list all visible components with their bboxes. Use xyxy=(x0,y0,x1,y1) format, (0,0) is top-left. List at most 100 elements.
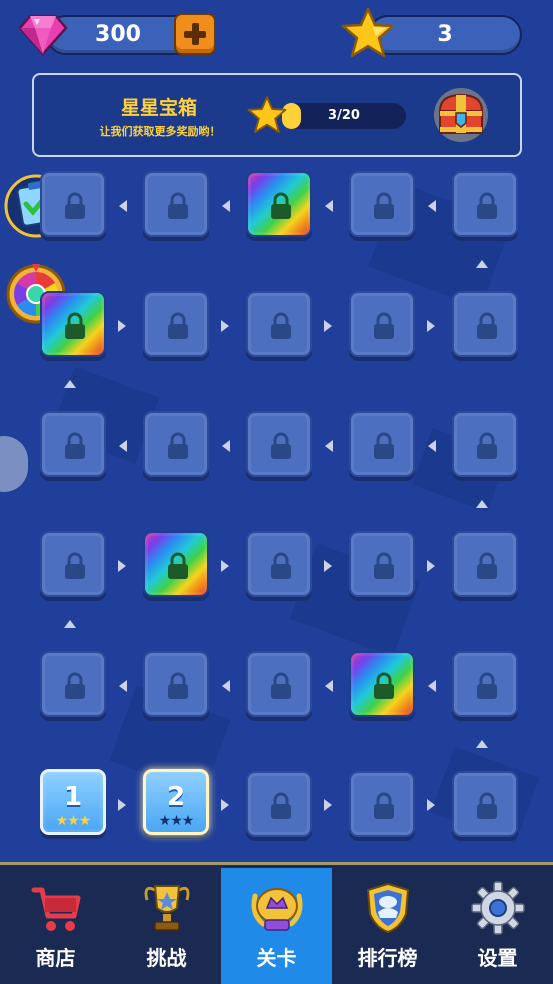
lock-icon xyxy=(168,552,188,579)
path-arrow-up xyxy=(476,500,488,508)
path-arrow-left xyxy=(325,680,333,692)
shopping-cart-icon xyxy=(31,887,81,931)
lock-icon xyxy=(374,552,394,579)
path-arrow-right xyxy=(221,560,229,572)
path-arrow-left xyxy=(119,440,127,452)
level-tile-locked[interactable] xyxy=(349,171,415,237)
level-2-tile[interactable]: 2 ★★★ xyxy=(143,769,209,835)
level-tile-locked[interactable] xyxy=(452,171,518,237)
nav-tab-shop[interactable]: 商店 xyxy=(0,868,111,984)
path-arrow-right xyxy=(221,799,229,811)
lock-icon xyxy=(271,552,291,579)
nav-tab-challenge[interactable]: 挑战 xyxy=(111,868,222,984)
lock-icon xyxy=(271,672,291,699)
lock-icon xyxy=(65,672,85,699)
nav-label: 设置 xyxy=(477,946,518,970)
level-tile-special-locked[interactable] xyxy=(143,531,209,597)
level-tile-locked[interactable] xyxy=(246,411,312,477)
level-tile-locked[interactable] xyxy=(246,771,312,837)
bottom-navigation: 商店 挑战 关卡 排行榜 设置 xyxy=(0,862,553,984)
level-stars: ★★★ xyxy=(55,813,92,829)
star-chest-progress-bar: 3/20 xyxy=(282,103,406,129)
level-tile-locked[interactable] xyxy=(143,171,209,237)
level-tile-locked[interactable] xyxy=(452,531,518,597)
level-tile-locked[interactable] xyxy=(452,771,518,837)
path-arrow-left xyxy=(325,200,333,212)
path-arrow-right xyxy=(118,799,126,811)
nav-label: 挑战 xyxy=(146,946,187,970)
path-arrow-left xyxy=(119,680,127,692)
path-arrow-left xyxy=(222,440,230,452)
path-arrow-right xyxy=(324,560,332,572)
gear-icon xyxy=(471,881,525,935)
nav-label: 商店 xyxy=(35,946,76,970)
level-tile-locked[interactable] xyxy=(40,171,106,237)
lock-icon xyxy=(374,672,394,699)
lock-icon xyxy=(168,432,188,459)
star-chest-progress-text: 3/20 xyxy=(328,108,360,123)
treasure-chest-icon xyxy=(434,88,488,142)
trophy-icon xyxy=(144,885,190,931)
path-arrow-right xyxy=(427,799,435,811)
level-tile-locked[interactable] xyxy=(246,531,312,597)
level-tile-locked[interactable] xyxy=(143,651,209,717)
level-tile-locked[interactable] xyxy=(246,651,312,717)
nav-tab-settings[interactable]: 设置 xyxy=(442,868,553,984)
path-arrow-up xyxy=(476,260,488,268)
lock-icon xyxy=(374,192,394,219)
level-tile-locked[interactable] xyxy=(452,651,518,717)
banner-star-icon xyxy=(247,96,287,133)
star-chest-subtitle: 让我们获取更多奖励哟！ xyxy=(99,125,221,138)
lock-icon xyxy=(65,552,85,579)
lock-icon xyxy=(168,672,188,699)
level-1-tile[interactable]: 1 ★★★ xyxy=(40,769,106,835)
path-arrow-left xyxy=(325,440,333,452)
nav-tab-leaderboard[interactable]: 排行榜 xyxy=(332,868,443,984)
level-tile-locked[interactable] xyxy=(452,411,518,477)
add-gems-button[interactable] xyxy=(174,13,216,55)
gem-icon xyxy=(18,14,68,56)
lock-icon xyxy=(477,312,497,339)
path-arrow-up xyxy=(64,380,76,388)
level-tile-locked[interactable] xyxy=(246,291,312,357)
level-tile-special-locked[interactable] xyxy=(349,651,415,717)
level-tile-locked[interactable] xyxy=(143,411,209,477)
gem-count: 300 xyxy=(95,22,141,47)
level-tile-locked[interactable] xyxy=(452,291,518,357)
level-tile-locked[interactable] xyxy=(143,291,209,357)
side-drawer-button[interactable] xyxy=(0,436,28,492)
level-tile-special-locked[interactable] xyxy=(40,291,106,357)
lock-icon xyxy=(271,192,291,219)
path-arrow-left xyxy=(428,200,436,212)
path-arrow-right xyxy=(324,799,332,811)
path-arrow-right xyxy=(118,320,126,332)
star-chest-title: 星星宝箱 xyxy=(120,97,197,119)
level-tile-locked[interactable] xyxy=(349,291,415,357)
lock-icon xyxy=(477,672,497,699)
level-stars: ★★★ xyxy=(158,813,195,829)
level-tile-locked[interactable] xyxy=(349,771,415,837)
path-arrow-left xyxy=(428,680,436,692)
path-arrow-right xyxy=(324,320,332,332)
leaderboard-shield-icon xyxy=(366,882,410,934)
level-tile-locked[interactable] xyxy=(349,531,415,597)
path-arrow-up xyxy=(64,620,76,628)
star-chest-banner[interactable]: 星星宝箱 让我们获取更多奖励哟！ 3/20 xyxy=(32,73,522,157)
star-count: 3 xyxy=(437,22,453,47)
lock-icon xyxy=(168,312,188,339)
level-tile-locked[interactable] xyxy=(349,411,415,477)
lock-icon xyxy=(477,792,497,819)
lock-icon xyxy=(271,312,291,339)
lock-icon xyxy=(477,192,497,219)
nav-tab-levels[interactable]: 关卡 xyxy=(221,868,332,984)
level-tile-special-locked[interactable] xyxy=(246,171,312,237)
lock-icon xyxy=(168,192,188,219)
level-tile-locked[interactable] xyxy=(40,531,106,597)
nav-label: 关卡 xyxy=(256,946,297,970)
lock-icon xyxy=(477,432,497,459)
level-tile-locked[interactable] xyxy=(40,651,106,717)
level-tile-locked[interactable] xyxy=(40,411,106,477)
path-arrow-left xyxy=(119,200,127,212)
path-arrow-left xyxy=(222,200,230,212)
path-arrow-right xyxy=(118,560,126,572)
